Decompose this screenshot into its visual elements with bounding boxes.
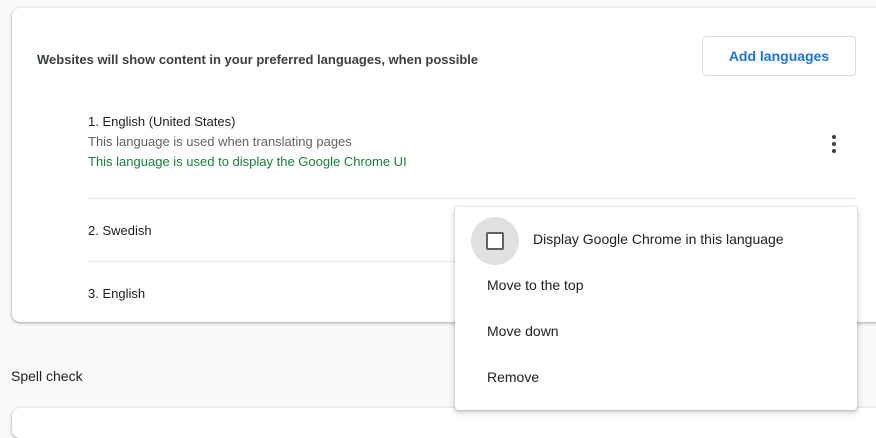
display-in-language-label: Display Google Chrome in this language [533,231,784,247]
language-context-menu: Display Google Chrome in this language M… [455,207,857,410]
language-ui-note: This language is used to display the Goo… [88,154,407,169]
add-languages-button[interactable]: Add languages [702,36,856,76]
spell-check-title: Spell check [11,368,83,384]
menu-item-remove[interactable]: Remove [455,357,857,397]
more-vert-icon[interactable] [822,132,846,156]
languages-header: Websites will show content in your prefe… [37,52,479,67]
language-name: 1. English (United States) [88,114,236,129]
language-translate-note: This language is used when translating p… [88,134,352,149]
divider [88,198,856,199]
checkbox-unchecked-icon[interactable] [486,232,504,250]
language-row-english-us: 1. English (United States) This language… [88,112,856,198]
display-in-language-option[interactable]: Display Google Chrome in this language [455,217,857,265]
menu-item-move-to-top[interactable]: Move to the top [455,265,857,305]
spell-check-card [12,408,876,438]
menu-item-move-down[interactable]: Move down [455,311,857,351]
checkbox-focus-halo [471,217,519,265]
